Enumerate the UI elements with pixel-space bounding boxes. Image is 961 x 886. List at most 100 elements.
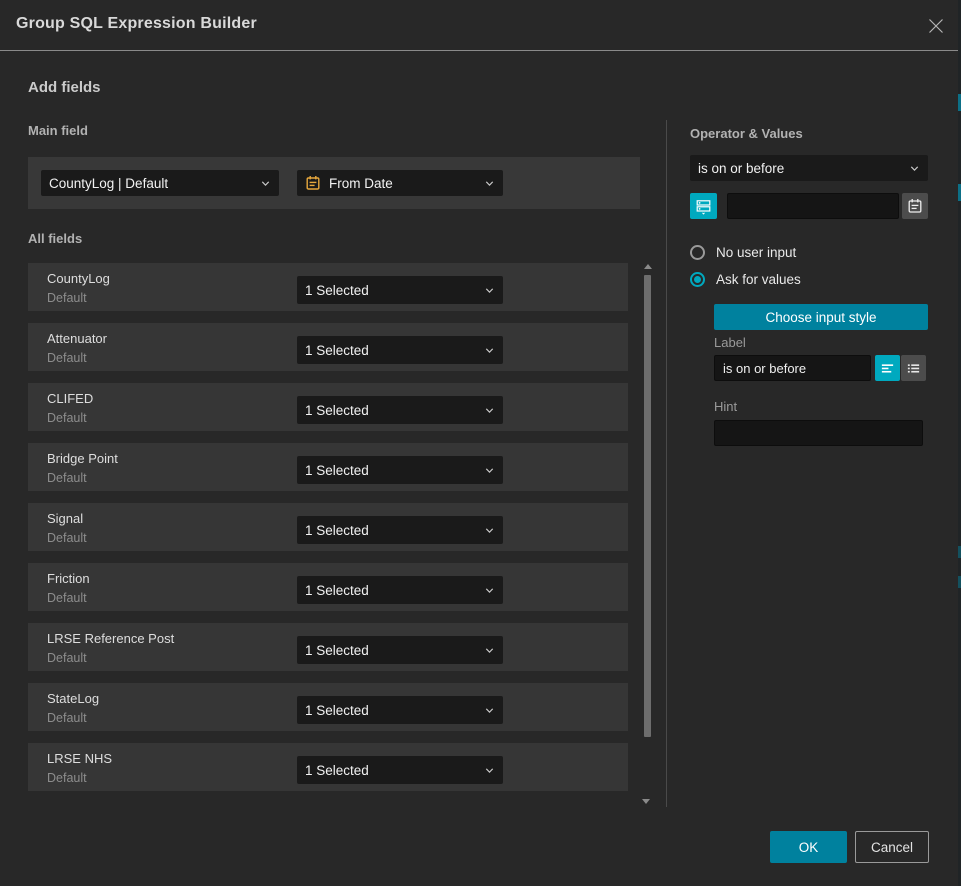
all-fields-label: All fields bbox=[28, 231, 82, 246]
field-subtitle: Default bbox=[47, 471, 87, 485]
main-field-select[interactable]: From Date bbox=[297, 170, 503, 196]
field-values-select[interactable]: 1 Selected bbox=[297, 396, 503, 424]
list-scrollbar[interactable] bbox=[643, 262, 652, 794]
date-value-input[interactable] bbox=[727, 193, 899, 219]
label-style-text-button[interactable] bbox=[875, 355, 900, 381]
chevron-down-icon bbox=[909, 163, 920, 174]
label-input[interactable] bbox=[714, 355, 871, 381]
main-layer-select-value: CountyLog | Default bbox=[49, 176, 254, 191]
align-left-icon bbox=[880, 361, 895, 376]
field-name: Signal bbox=[47, 511, 83, 526]
field-values-select[interactable]: 1 Selected bbox=[297, 696, 503, 724]
radio-ask-for-values-label: Ask for values bbox=[716, 272, 801, 287]
hint-caption: Hint bbox=[714, 399, 737, 414]
field-values-select[interactable]: 1 Selected bbox=[297, 456, 503, 484]
field-values-select[interactable]: 1 Selected bbox=[297, 636, 503, 664]
chevron-down-icon bbox=[484, 405, 495, 416]
radio-no-user-input[interactable]: No user input bbox=[690, 245, 796, 260]
chevron-down-icon bbox=[484, 178, 495, 189]
main-field-label: Main field bbox=[28, 123, 88, 138]
chevron-down-icon bbox=[484, 705, 495, 716]
field-row: Attenuator Default 1 Selected bbox=[28, 323, 628, 371]
panel-divider bbox=[666, 120, 667, 807]
field-row: CountyLog Default 1 Selected bbox=[28, 263, 628, 311]
field-subtitle: Default bbox=[47, 591, 87, 605]
scrollbar-down-arrow-icon[interactable] bbox=[642, 799, 650, 804]
operator-select[interactable]: is on or before bbox=[690, 155, 928, 181]
scrollbar-thumb[interactable] bbox=[644, 275, 651, 737]
calendar-icon bbox=[907, 198, 923, 214]
label-style-list-button[interactable] bbox=[901, 355, 926, 381]
field-values-select[interactable]: 1 Selected bbox=[297, 516, 503, 544]
field-subtitle: Default bbox=[47, 291, 87, 305]
field-subtitle: Default bbox=[47, 711, 87, 725]
close-icon bbox=[927, 17, 945, 35]
add-fields-heading: Add fields bbox=[28, 79, 101, 96]
field-name: Friction bbox=[47, 571, 90, 586]
chevron-down-icon bbox=[484, 465, 495, 476]
field-name: LRSE NHS bbox=[47, 751, 112, 766]
field-values-select-value: 1 Selected bbox=[305, 403, 478, 418]
chevron-down-icon bbox=[484, 765, 495, 776]
field-values-select-value: 1 Selected bbox=[305, 283, 478, 298]
hint-input[interactable] bbox=[714, 420, 923, 446]
choose-input-style-button[interactable]: Choose input style bbox=[714, 304, 928, 330]
field-name: CLIFED bbox=[47, 391, 93, 406]
ok-button[interactable]: OK bbox=[770, 831, 847, 863]
radio-icon[interactable] bbox=[690, 245, 705, 260]
date-field-icon bbox=[305, 175, 321, 191]
radio-icon[interactable] bbox=[690, 272, 705, 287]
list-icon bbox=[906, 361, 921, 376]
label-caption: Label bbox=[714, 335, 746, 350]
field-name: Attenuator bbox=[47, 331, 107, 346]
scrollbar-up-arrow-icon[interactable] bbox=[644, 264, 652, 269]
operator-values-heading: Operator & Values bbox=[690, 126, 803, 141]
field-row: LRSE Reference Post Default 1 Selected bbox=[28, 623, 628, 671]
dialog-title: Group SQL Expression Builder bbox=[16, 15, 257, 33]
chevron-down-icon bbox=[260, 178, 271, 189]
field-subtitle: Default bbox=[47, 531, 87, 545]
field-values-select[interactable]: 1 Selected bbox=[297, 756, 503, 784]
field-values-select-value: 1 Selected bbox=[305, 643, 478, 658]
main-field-select-value: From Date bbox=[329, 176, 478, 191]
date-picker-button[interactable] bbox=[902, 193, 928, 219]
close-button[interactable] bbox=[925, 15, 947, 37]
field-subtitle: Default bbox=[47, 771, 87, 785]
field-row: Bridge Point Default 1 Selected bbox=[28, 443, 628, 491]
field-values-select[interactable]: 1 Selected bbox=[297, 276, 503, 304]
chevron-down-icon bbox=[484, 285, 495, 296]
field-name: LRSE Reference Post bbox=[47, 631, 174, 646]
operator-select-value: is on or before bbox=[698, 161, 903, 176]
field-name: Bridge Point bbox=[47, 451, 118, 466]
chevron-down-icon bbox=[484, 585, 495, 596]
field-values-select-value: 1 Selected bbox=[305, 523, 478, 538]
field-values-select-value: 1 Selected bbox=[305, 463, 478, 478]
dialog-titlebar: Group SQL Expression Builder bbox=[0, 0, 961, 51]
cancel-button[interactable]: Cancel bbox=[855, 831, 929, 863]
field-values-select[interactable]: 1 Selected bbox=[297, 336, 503, 364]
radio-no-user-input-label: No user input bbox=[716, 245, 796, 260]
field-name: CountyLog bbox=[47, 271, 110, 286]
main-layer-select[interactable]: CountyLog | Default bbox=[41, 170, 279, 196]
field-row: CLIFED Default 1 Selected bbox=[28, 383, 628, 431]
field-row: StateLog Default 1 Selected bbox=[28, 683, 628, 731]
field-values-select-value: 1 Selected bbox=[305, 763, 478, 778]
field-values-select-value: 1 Selected bbox=[305, 703, 478, 718]
field-subtitle: Default bbox=[47, 411, 87, 425]
main-field-panel: CountyLog | Default From Date bbox=[28, 157, 640, 209]
radio-ask-for-values[interactable]: Ask for values bbox=[690, 272, 801, 287]
field-subtitle: Default bbox=[47, 351, 87, 365]
chevron-down-icon bbox=[484, 645, 495, 656]
field-name: StateLog bbox=[47, 691, 99, 706]
chevron-down-icon bbox=[484, 345, 495, 356]
field-row: Friction Default 1 Selected bbox=[28, 563, 628, 611]
field-row: LRSE NHS Default 1 Selected bbox=[28, 743, 628, 791]
field-values-select-value: 1 Selected bbox=[305, 583, 478, 598]
field-values-select[interactable]: 1 Selected bbox=[297, 576, 503, 604]
group-sql-expression-builder-dialog: Group SQL Expression Builder Add fields … bbox=[0, 0, 961, 886]
field-subtitle: Default bbox=[47, 651, 87, 665]
value-input-type-button[interactable] bbox=[690, 193, 717, 219]
field-row: Signal Default 1 Selected bbox=[28, 503, 628, 551]
chevron-down-icon bbox=[484, 525, 495, 536]
unique-values-icon bbox=[695, 198, 712, 215]
